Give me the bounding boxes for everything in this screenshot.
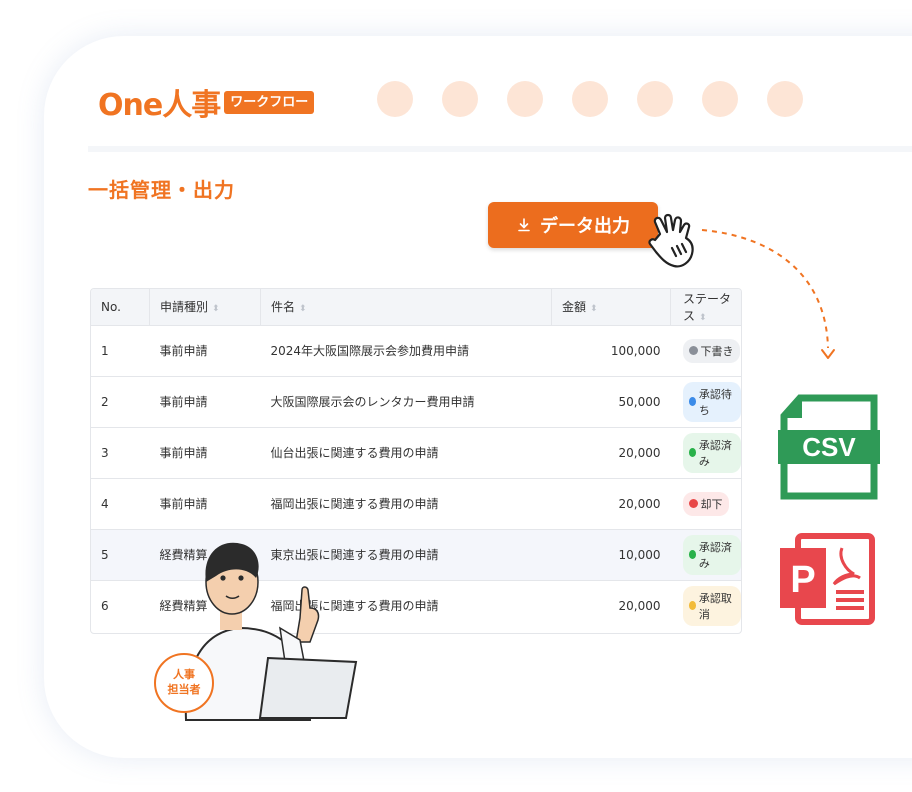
column-header-subject[interactable]: 件名 ⬍ (260, 289, 552, 325)
nav-placeholder-dot (442, 81, 478, 117)
logo-text: One人事 (98, 88, 221, 123)
status-check-icon (688, 550, 696, 559)
cell-amount: 20,000 (618, 598, 661, 613)
status-pending-icon (688, 397, 696, 406)
cell-no: 3 (101, 445, 109, 460)
cell-amount: 50,000 (618, 394, 661, 409)
nav-placeholder-dot (702, 81, 738, 117)
table-row[interactable]: 1 事前申請 2024年大阪国際展示会参加費用申請 100,000 下書き (91, 325, 741, 376)
status-badge: 承認待ち (682, 381, 741, 422)
cell-subject: 2024年大阪国際展示会参加費用申請 (270, 344, 470, 358)
column-header-no[interactable]: No. (91, 289, 150, 325)
status-badge: 承認取消 (682, 585, 741, 626)
table-row[interactable]: 3 事前申請 仙台出張に関連する費用の申請 20,000 承認済み (91, 427, 741, 478)
nav-placeholder-dot (377, 81, 413, 117)
table-row[interactable]: 4 事前申請 福岡出張に関連する費用の申請 20,000 却下 (91, 478, 741, 529)
cell-subject: 福岡出張に関連する費用の申請 (270, 497, 439, 511)
csv-file-icon: CSV (778, 394, 880, 500)
download-icon (516, 217, 532, 233)
status-cancel-icon (688, 601, 696, 611)
cell-subject: 仙台出張に関連する費用の申請 (270, 446, 439, 460)
status-badge: 下書き (682, 338, 740, 363)
cell-type: 事前申請 (159, 446, 208, 460)
table-header-row: No. 申請種別 ⬍ 件名 ⬍ 金額 ⬍ ステータス ⬍ (91, 289, 741, 325)
cell-type: 事前申請 (159, 395, 208, 409)
nav-placeholders (377, 81, 803, 117)
status-badge: 却下 (682, 491, 729, 516)
status-minus-icon (688, 346, 698, 355)
sort-icon[interactable]: ⬍ (699, 313, 707, 323)
cell-no: 6 (101, 598, 109, 613)
cell-no: 5 (101, 547, 109, 562)
cell-subject: 大阪国際展示会のレンタカー費用申請 (270, 395, 475, 409)
sort-icon[interactable]: ⬍ (590, 304, 598, 314)
page-title: 一括管理・出力 (88, 178, 235, 202)
cell-type: 事前申請 (159, 344, 208, 358)
hr-staff-badge: 人事 担当者 (154, 653, 214, 713)
sort-icon[interactable]: ⬍ (299, 304, 307, 314)
csv-label: CSV (802, 432, 856, 462)
sort-icon[interactable]: ⬍ (212, 304, 220, 314)
nav-placeholder-dot (572, 81, 608, 117)
status-badge: 承認済み (682, 534, 741, 575)
status-check-icon (688, 448, 696, 457)
cell-amount: 100,000 (610, 343, 661, 358)
status-badge: 承認済み (682, 432, 741, 473)
pdf-file-icon: P (780, 533, 875, 625)
header-divider (88, 146, 912, 152)
cell-no: 4 (101, 496, 109, 511)
cell-no: 2 (101, 394, 109, 409)
pdf-label: P (790, 559, 815, 601)
column-header-type[interactable]: 申請種別 ⬍ (149, 289, 261, 325)
data-export-label: データ出力 (540, 216, 630, 237)
nav-placeholder-dot (637, 81, 673, 117)
logo-badge: ワークフロー (224, 90, 315, 114)
cell-no: 1 (101, 343, 109, 358)
nav-placeholder-dot (767, 81, 803, 117)
column-header-status[interactable]: ステータス ⬍ (671, 289, 742, 325)
cell-amount: 10,000 (618, 547, 661, 562)
cell-amount: 20,000 (618, 496, 661, 511)
nav-placeholder-dot (507, 81, 543, 117)
app-logo: One人事 ワークフロー (98, 80, 315, 124)
data-export-button[interactable]: データ出力 (488, 202, 658, 248)
table-row[interactable]: 2 事前申請 大阪国際展示会のレンタカー費用申請 50,000 承認待ち (91, 376, 741, 427)
column-header-amount[interactable]: 金額 ⬍ (551, 289, 671, 325)
cell-type: 事前申請 (159, 497, 208, 511)
status-reject-icon (688, 499, 698, 508)
cell-amount: 20,000 (618, 445, 661, 460)
